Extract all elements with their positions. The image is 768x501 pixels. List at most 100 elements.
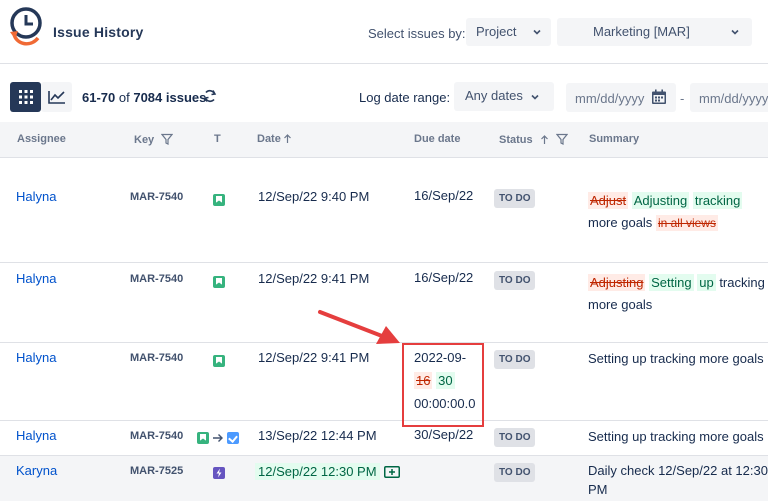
filter-icon[interactable]	[555, 133, 568, 145]
due-date: 16/Sep/22	[414, 270, 474, 285]
log-date: 12/Sep/22 9:41 PM	[258, 271, 370, 286]
arrow-right-icon	[213, 433, 223, 442]
of-text: of	[118, 90, 130, 105]
top-bar: Issue History Select issues by: Project …	[0, 0, 768, 64]
sort-ascending-icon	[283, 134, 291, 143]
column-assignee[interactable]: Assignee	[17, 133, 66, 145]
column-status-label: Status	[499, 134, 533, 146]
summary: Setting up tracking more goals	[588, 351, 764, 366]
select-by-dropdown[interactable]: Project	[466, 18, 551, 46]
issue-type	[213, 352, 225, 367]
annotation-arrow	[318, 310, 400, 344]
status-badge: TO DO	[494, 271, 536, 290]
toolbar: 61-70 of 7084 issues Log date range: Any…	[0, 80, 768, 114]
column-key-label: Key	[134, 134, 155, 146]
summary-removed-text: in all views	[655, 215, 718, 231]
assignee-link[interactable]: Halyna	[16, 271, 56, 286]
summary-text: more goals	[588, 215, 653, 230]
log-date: 13/Sep/22 12:44 PM	[258, 428, 377, 443]
column-key[interactable]: Key	[134, 133, 174, 146]
table-row[interactable]: Halyna MAR-7540 12/Sep/22 9:40 PM 16/Sep…	[0, 181, 768, 263]
log-date: 12/Sep/22 9:41 PM	[258, 350, 370, 365]
story-icon	[213, 193, 225, 206]
column-type[interactable]: T	[214, 133, 221, 145]
grid-view-button[interactable]	[10, 82, 41, 112]
issue-count: 61-70 of 7084 issues	[82, 90, 206, 105]
summary: Adjusting Setting up tracking more goals	[588, 272, 768, 316]
annotation-highlight-box	[402, 343, 484, 427]
date-to-placeholder: mm/dd/yyyy	[699, 91, 768, 106]
date-range-separator: -	[680, 91, 685, 106]
history-clock-logo-icon	[10, 7, 42, 46]
refresh-icon[interactable]	[203, 89, 217, 103]
summary-line-2: PM	[588, 482, 608, 497]
filter-icon[interactable]	[161, 133, 174, 145]
issue-key[interactable]: MAR-7540	[130, 191, 183, 203]
table-row[interactable]: Halyna MAR-7540 13/Sep/22 12:44 PM 30/Se…	[0, 421, 768, 456]
column-date-label: Date	[257, 133, 281, 145]
column-summary[interactable]: Summary	[589, 133, 639, 145]
log-date-range-label: Log date range:	[359, 90, 451, 105]
story-icon	[213, 275, 225, 288]
column-date[interactable]: Date	[257, 133, 292, 145]
summary: Daily check 12/Sep/22 at 12:30 PM	[588, 461, 768, 499]
status-badge: TO DO	[494, 428, 536, 447]
assignee-link[interactable]: Halyna	[16, 189, 56, 204]
status-badge: TO DO	[494, 463, 536, 482]
table-row[interactable]: Karyna MAR-7525 12/Sep/22 12:30 PM TO DO…	[0, 456, 768, 501]
summary-added-text: up	[697, 274, 716, 291]
status-badge: TO DO	[494, 350, 536, 369]
chevron-down-icon	[533, 29, 541, 35]
status-badge: TO DO	[494, 189, 536, 208]
issue-key[interactable]: MAR-7540	[130, 430, 183, 442]
due-date: 16/Sep/22	[414, 188, 474, 203]
project-dropdown[interactable]: Marketing [MAR]	[557, 18, 752, 46]
issue-type	[213, 191, 225, 206]
calendar-icon[interactable]	[651, 89, 667, 105]
date-range-dropdown[interactable]: Any dates	[454, 82, 554, 111]
table-header: Assignee Key T Date Due date Status Summ…	[0, 122, 768, 158]
story-icon	[197, 431, 209, 444]
summary-line-1: Daily check 12/Sep/22 at 12:30	[588, 463, 768, 478]
grid-icon	[18, 90, 33, 104]
issue-key[interactable]: MAR-7540	[130, 352, 183, 364]
issue-type	[213, 464, 225, 479]
column-due-date[interactable]: Due date	[414, 133, 460, 145]
assignee-link[interactable]: Halyna	[16, 350, 56, 365]
log-date: 12/Sep/22 9:40 PM	[258, 189, 370, 204]
sort-ascending-icon	[540, 135, 548, 144]
date-from-placeholder: mm/dd/yyyy	[575, 91, 645, 106]
summary-added-text: Setting	[649, 274, 694, 291]
summary-added-text: tracking	[692, 192, 743, 209]
chevron-down-icon	[531, 94, 539, 100]
task-icon	[227, 431, 239, 444]
issue-key[interactable]: MAR-7540	[130, 273, 183, 285]
date-to-input[interactable]: mm/dd/yyyy	[690, 83, 768, 112]
calendar-plus-icon	[383, 465, 400, 478]
table-row[interactable]: Halyna MAR-7540 12/Sep/22 9:41 PM 2022-0…	[0, 343, 768, 421]
epic-icon	[213, 466, 225, 479]
select-issues-label: Select issues by:	[368, 26, 466, 41]
chevron-down-icon	[731, 29, 739, 35]
assignee-link[interactable]: Karyna	[16, 463, 57, 478]
column-status[interactable]: Status	[499, 133, 568, 146]
summary: Setting up tracking more goals	[588, 429, 764, 444]
project-value: Marketing [MAR]	[593, 24, 690, 39]
summary-removed-text: Adjusting	[588, 274, 646, 291]
select-by-value: Project	[476, 24, 517, 39]
line-chart-icon	[47, 91, 65, 104]
summary-removed-text: Adjust	[588, 192, 629, 209]
total-text: 7084 issues	[133, 90, 207, 105]
issue-key[interactable]: MAR-7525	[130, 465, 183, 477]
app-title: Issue History	[53, 24, 144, 40]
date-range-value: Any dates	[465, 88, 523, 103]
date-from-input[interactable]: mm/dd/yyyy	[566, 83, 676, 112]
summary-added-text: Adjusting	[631, 192, 690, 209]
log-date: 12/Sep/22 12:30 PM	[255, 463, 380, 480]
issue-type	[213, 273, 225, 288]
log-date-cell: 12/Sep/22 12:30 PM	[255, 463, 400, 480]
chart-view-button[interactable]	[41, 82, 72, 112]
assignee-link[interactable]: Halyna	[16, 428, 56, 443]
issue-type-change	[197, 429, 239, 444]
range-text: 61-70	[82, 90, 116, 105]
